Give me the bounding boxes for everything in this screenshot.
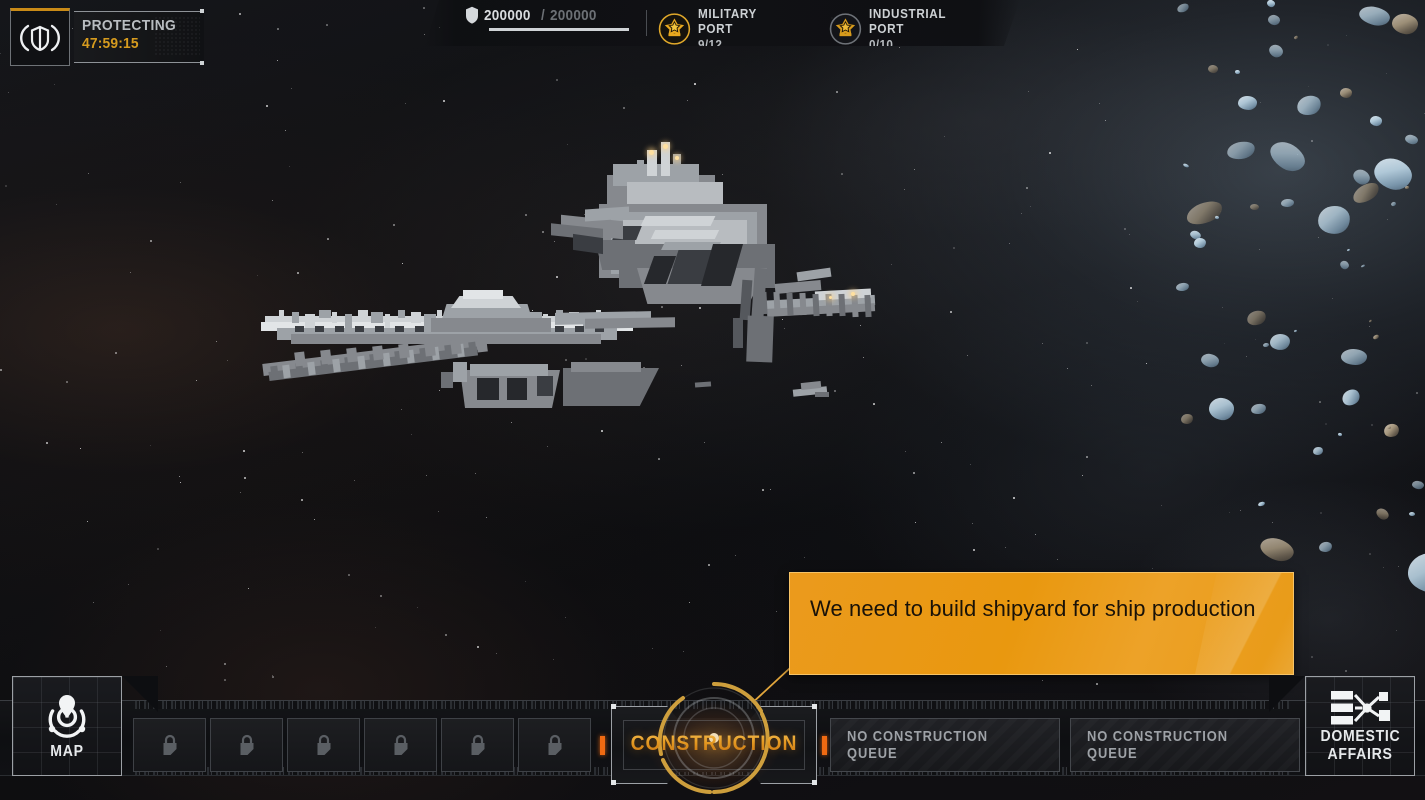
queue-panel-label: NO CONSTRUCTION QUEUE [846, 728, 988, 762]
domestic-affairs-label-1: DOMESTIC [1320, 727, 1400, 745]
locked-slot[interactable] [441, 718, 514, 772]
protecting-panel: PROTECTING 47:59:15 [74, 9, 204, 65]
construction-button-label: CONSTRUCTION [619, 732, 809, 756]
integrity-bar [489, 28, 629, 31]
industrial-port-stat: INDUSTRIAL PORT 0/10 [829, 6, 994, 52]
military-star-icon [658, 12, 691, 46]
construction-queue-panel-1[interactable]: NO CONSTRUCTION QUEUE [830, 718, 1060, 772]
frame-nub-tl [611, 704, 616, 709]
lock-icon [163, 734, 176, 755]
map-button-label: MAP [50, 743, 84, 761]
space-station [255, 120, 955, 440]
construction-queue-panel-2[interactable]: NO CONSTRUCTION QUEUE [1070, 718, 1300, 772]
protecting-label: PROTECTING [82, 17, 177, 34]
lock-icon [317, 734, 330, 755]
tutorial-tooltip[interactable]: We need to build shipyard for ship produ… [789, 572, 1294, 675]
construction-button[interactable]: CONSTRUCTION [611, 680, 817, 796]
domestic-affairs-label-2: AFFAIRS [1327, 745, 1393, 763]
integrity-separator: / [540, 6, 545, 24]
military-port-label: MILITARY PORT [698, 6, 758, 36]
locked-slot[interactable] [364, 718, 437, 772]
map-pin-radar-icon [48, 695, 86, 738]
protecting-timer: 47:59:15 [82, 35, 139, 52]
lock-icon [240, 734, 253, 755]
hud-divider [646, 10, 647, 36]
lock-icon [548, 734, 561, 755]
frame-nub-br [812, 780, 817, 785]
lock-icon [471, 734, 484, 755]
integrity-max: 200000 [550, 6, 598, 24]
shield-icon [10, 8, 70, 66]
integrity-meter: 200000 / 200000 [465, 6, 640, 31]
shield-small-icon [465, 6, 479, 24]
lock-icon [394, 734, 407, 755]
bottom-action-bar: MAP CONSTRUCTION NO CONSTRUCTION QUEUE N… [0, 676, 1425, 800]
queue-panel-label: NO CONSTRUCTION QUEUE [1086, 728, 1228, 762]
map-button[interactable]: MAP [12, 676, 122, 776]
domestic-affairs-button[interactable]: DOMESTIC AFFAIRS [1305, 676, 1415, 776]
accent-tick-right [822, 736, 827, 755]
frame-nub-bl [611, 780, 616, 785]
industrial-port-label: INDUSTRIAL PORT [869, 6, 947, 36]
locked-slot[interactable] [133, 718, 206, 772]
top-resource-bar: 200000 / 200000 MILITARY PORT 9/12 INDUS… [425, 0, 1020, 46]
locked-slot[interactable] [518, 718, 591, 772]
locked-slot[interactable] [287, 718, 360, 772]
frame-nub-tr [812, 704, 817, 709]
locked-slot[interactable] [210, 718, 283, 772]
industrial-star-icon [829, 12, 862, 46]
tutorial-tooltip-text: We need to build shipyard for ship produ… [810, 596, 1256, 621]
accent-tick-left [600, 736, 605, 755]
military-port-stat: MILITARY PORT 9/12 [658, 6, 803, 52]
protecting-status: PROTECTING 47:59:15 [10, 8, 450, 66]
org-chart-icon [1331, 690, 1390, 725]
integrity-current: 200000 [484, 6, 531, 24]
